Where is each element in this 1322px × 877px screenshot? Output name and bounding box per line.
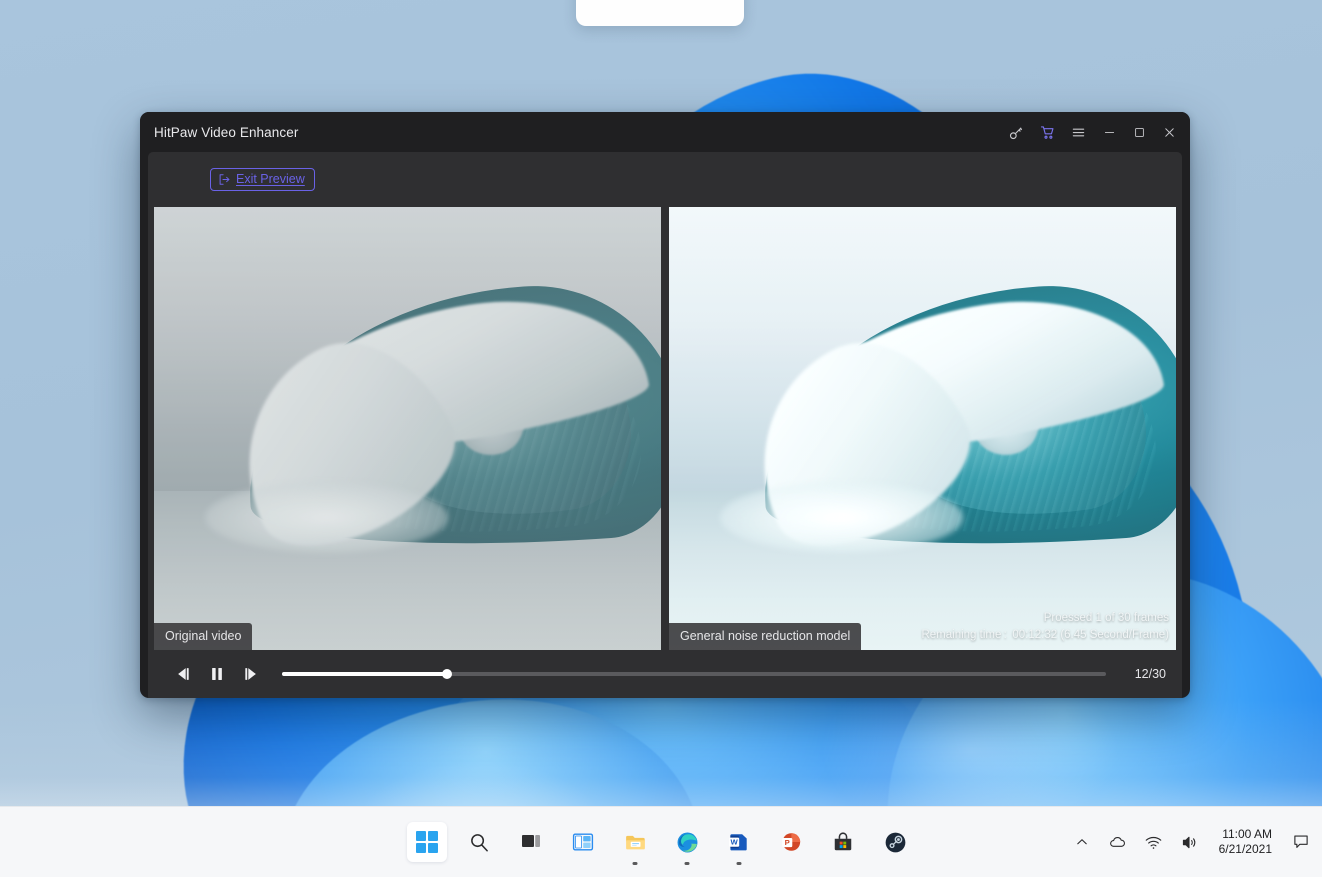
cart-icon[interactable]	[1032, 112, 1063, 152]
previous-frame-button[interactable]	[166, 657, 200, 691]
chevron-up-icon[interactable]	[1071, 831, 1093, 853]
taskbar-clock[interactable]: 11:00 AM 6/21/2021	[1215, 827, 1276, 857]
powerpoint-button[interactable]: P	[771, 822, 811, 862]
windows-taskbar: W P 11:00 AM 6/21/2021	[0, 806, 1322, 877]
svg-text:P: P	[785, 838, 790, 847]
file-explorer-button[interactable]	[615, 822, 655, 865]
enhanced-video-pane[interactable]: Proessed 1 of 30 frames Remaining time :…	[669, 207, 1176, 650]
onedrive-cloud-icon[interactable]	[1107, 831, 1129, 853]
clock-date: 6/21/2021	[1218, 842, 1272, 856]
seek-handle[interactable]	[441, 669, 452, 679]
hitpaw-video-enhancer-window: HitPaw Video Enhancer Exit Preview Origi…	[140, 112, 1190, 698]
task-view-button[interactable]	[511, 822, 551, 862]
minimize-button[interactable]	[1094, 112, 1124, 152]
preview-toolbar: Exit Preview	[148, 152, 1182, 207]
search-button[interactable]	[459, 822, 499, 862]
offscreen-popup-card	[576, 0, 744, 26]
running-indicator	[684, 862, 690, 865]
seek-fill	[282, 672, 447, 676]
window-content: Exit Preview Original video Proessed 1 o…	[148, 152, 1182, 698]
clock-time: 11:00 AM	[1222, 827, 1272, 841]
word-button[interactable]: W	[719, 822, 759, 865]
desktop: HitPaw Video Enhancer Exit Preview Origi…	[0, 0, 1322, 877]
microsoft-store-button[interactable]	[823, 822, 863, 862]
pause-button[interactable]	[200, 657, 234, 691]
window-title: HitPaw Video Enhancer	[154, 124, 299, 140]
system-tray: 11:00 AM 6/21/2021	[1071, 827, 1312, 857]
wifi-icon[interactable]	[1143, 831, 1165, 853]
frames-processed-text: Proessed 1 of 30 frames	[1043, 612, 1169, 624]
enhanced-video-frame	[669, 207, 1176, 650]
player-controls-bar: 12/30	[148, 650, 1182, 698]
atmosphere-haze	[154, 207, 661, 650]
taskbar-apps: W P	[407, 822, 915, 865]
window-titlebar: HitPaw Video Enhancer	[140, 112, 1190, 152]
notifications-icon[interactable]	[1290, 831, 1312, 853]
enhanced-model-label: General noise reduction model	[669, 623, 862, 650]
steam-button[interactable]	[875, 822, 915, 862]
start-button[interactable]	[407, 822, 447, 862]
seek-bar[interactable]	[282, 664, 1106, 684]
video-compare-panes: Original video Proessed 1 of 30 frames R…	[148, 207, 1182, 650]
wallpaper-fade	[0, 700, 1322, 810]
key-icon[interactable]	[1001, 112, 1032, 152]
windows-logo-icon	[416, 831, 438, 853]
exit-preview-label: Exit Preview	[236, 172, 305, 186]
processing-status-overlay: Proessed 1 of 30 frames Remaining time :…	[921, 610, 1169, 644]
svg-text:W: W	[731, 838, 739, 847]
next-frame-button[interactable]	[234, 657, 268, 691]
original-video-label: Original video	[154, 623, 253, 650]
exit-preview-button[interactable]: Exit Preview	[210, 168, 315, 191]
frame-counter: 12/30	[1134, 667, 1166, 681]
volume-icon[interactable]	[1179, 831, 1201, 853]
original-video-frame	[154, 207, 661, 650]
widgets-button[interactable]	[563, 822, 603, 862]
remaining-time-text: Remaining time : 00:12:32 (6.45 Second/F…	[921, 629, 1169, 641]
maximize-button[interactable]	[1124, 112, 1154, 152]
menu-icon[interactable]	[1063, 112, 1094, 152]
running-indicator	[632, 862, 638, 865]
running-indicator	[736, 862, 742, 865]
atmosphere-haze	[669, 207, 1176, 650]
close-button[interactable]	[1154, 112, 1184, 152]
original-video-pane[interactable]: Original video	[154, 207, 661, 650]
edge-button[interactable]	[667, 822, 707, 865]
exit-icon	[218, 173, 231, 186]
